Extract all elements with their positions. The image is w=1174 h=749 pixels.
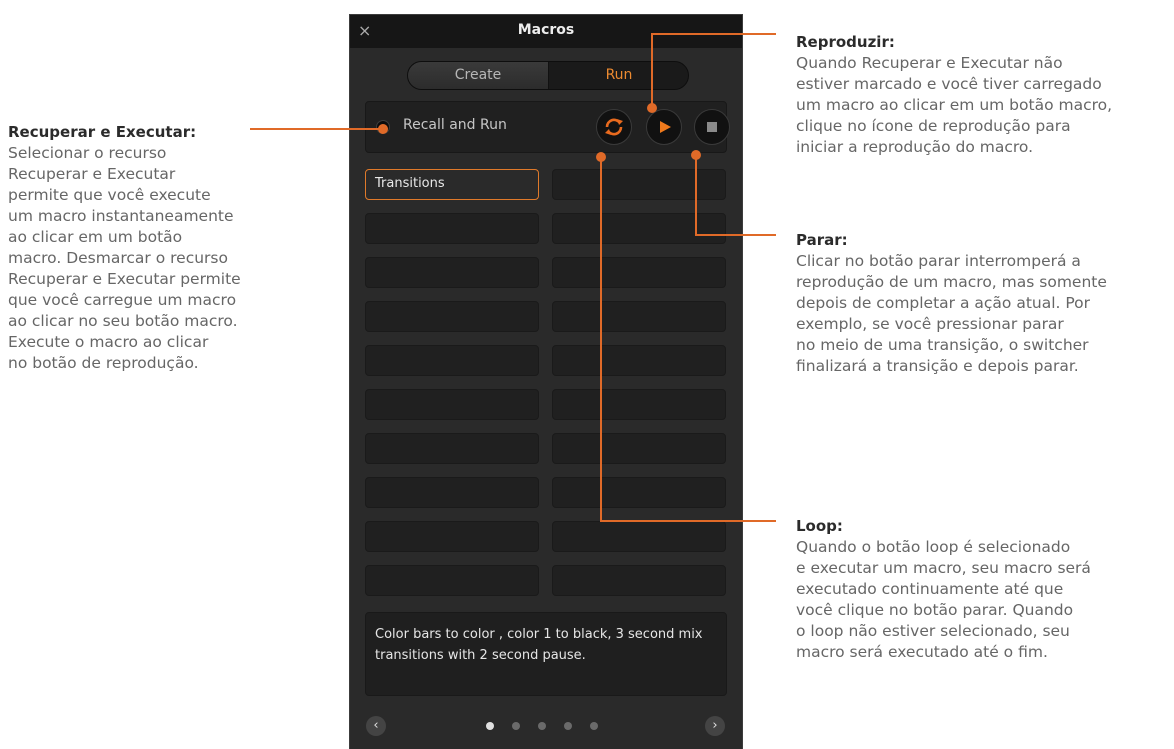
macro-slot[interactable] <box>552 389 726 420</box>
macro-slot[interactable] <box>365 345 539 376</box>
connector-endpoint <box>647 103 657 113</box>
page-dot[interactable] <box>538 722 546 730</box>
macro-slot[interactable] <box>365 257 539 288</box>
play-icon <box>660 121 671 133</box>
connector-loop-vertical <box>600 157 602 521</box>
macro-slot[interactable] <box>552 521 726 552</box>
macro-slot[interactable] <box>552 213 726 244</box>
callout-body: Quando Recuperar e Executar não estiver … <box>796 54 1113 156</box>
callout-play: Reproduzir: Quando Recuperar e Executar … <box>796 33 1174 158</box>
next-page-button[interactable]: › <box>705 716 725 736</box>
page-dot[interactable] <box>512 722 520 730</box>
tab-create[interactable]: Create <box>408 62 549 89</box>
connector-play-horizontal <box>651 33 776 35</box>
macro-slot-label: Transitions <box>375 176 445 191</box>
macro-description-text: Color bars to color , color 1 to black, … <box>375 627 703 663</box>
page-dot[interactable] <box>486 722 494 730</box>
connector-stop-horizontal <box>695 234 776 236</box>
play-button[interactable] <box>646 109 682 145</box>
macro-slot[interactable] <box>552 169 726 200</box>
callout-recall-and-run: Recuperar e Executar: Selecionar o recur… <box>8 123 308 374</box>
macro-slot[interactable] <box>552 565 726 596</box>
loop-icon <box>605 118 623 136</box>
stop-button[interactable] <box>694 109 730 145</box>
callout-body: Clicar no botão parar interromperá a rep… <box>796 252 1107 375</box>
callout-stop: Parar: Clicar no botão parar interromper… <box>796 231 1174 377</box>
macro-slot[interactable] <box>552 257 726 288</box>
callout-heading: Parar: <box>796 231 848 249</box>
macro-slot[interactable] <box>365 389 539 420</box>
stop-icon <box>707 122 717 132</box>
mode-toggle: Create Run <box>407 61 689 90</box>
title-bar: × Macros <box>350 15 742 48</box>
macro-description: Color bars to color , color 1 to black, … <box>365 612 727 696</box>
macro-slot[interactable] <box>552 433 726 464</box>
macro-slot[interactable] <box>365 433 539 464</box>
callout-heading: Recuperar e Executar: <box>8 123 197 141</box>
macros-panel: × Macros Create Run Recall and Run Trans… <box>349 14 743 749</box>
macro-slot[interactable] <box>552 301 726 332</box>
callout-heading: Loop: <box>796 517 843 535</box>
connector-endpoint <box>691 150 701 160</box>
macro-slot[interactable] <box>365 521 539 552</box>
recall-and-run-bar: Recall and Run <box>365 101 730 153</box>
macro-slot[interactable] <box>552 345 726 376</box>
connector-endpoint <box>378 124 388 134</box>
macro-slot[interactable] <box>365 477 539 508</box>
macro-slot[interactable] <box>365 213 539 244</box>
loop-button[interactable] <box>596 109 632 145</box>
previous-page-button[interactable]: ‹ <box>366 716 386 736</box>
connector-loop-horizontal <box>600 520 776 522</box>
callout-loop: Loop: Quando o botão loop é selecionado … <box>796 517 1174 663</box>
page-dot[interactable] <box>590 722 598 730</box>
connector-stop-vertical <box>695 155 697 235</box>
macro-slot[interactable] <box>552 477 726 508</box>
callout-heading: Reproduzir: <box>796 33 895 51</box>
macro-slot[interactable] <box>365 301 539 332</box>
connector-recall-and-run <box>250 128 382 130</box>
callout-body: Quando o botão loop é selecionado e exec… <box>796 538 1091 661</box>
panel-title: Macros <box>517 22 575 38</box>
page-dot[interactable] <box>564 722 572 730</box>
macro-slot[interactable]: Transitions <box>365 169 539 200</box>
tab-run[interactable]: Run <box>549 62 688 89</box>
connector-endpoint <box>596 152 606 162</box>
recall-and-run-label: Recall and Run <box>403 117 507 133</box>
callout-body: Selecionar o recurso Recuperar e Executa… <box>8 144 241 372</box>
macro-slot[interactable] <box>365 565 539 596</box>
connector-play-vertical <box>651 33 653 108</box>
